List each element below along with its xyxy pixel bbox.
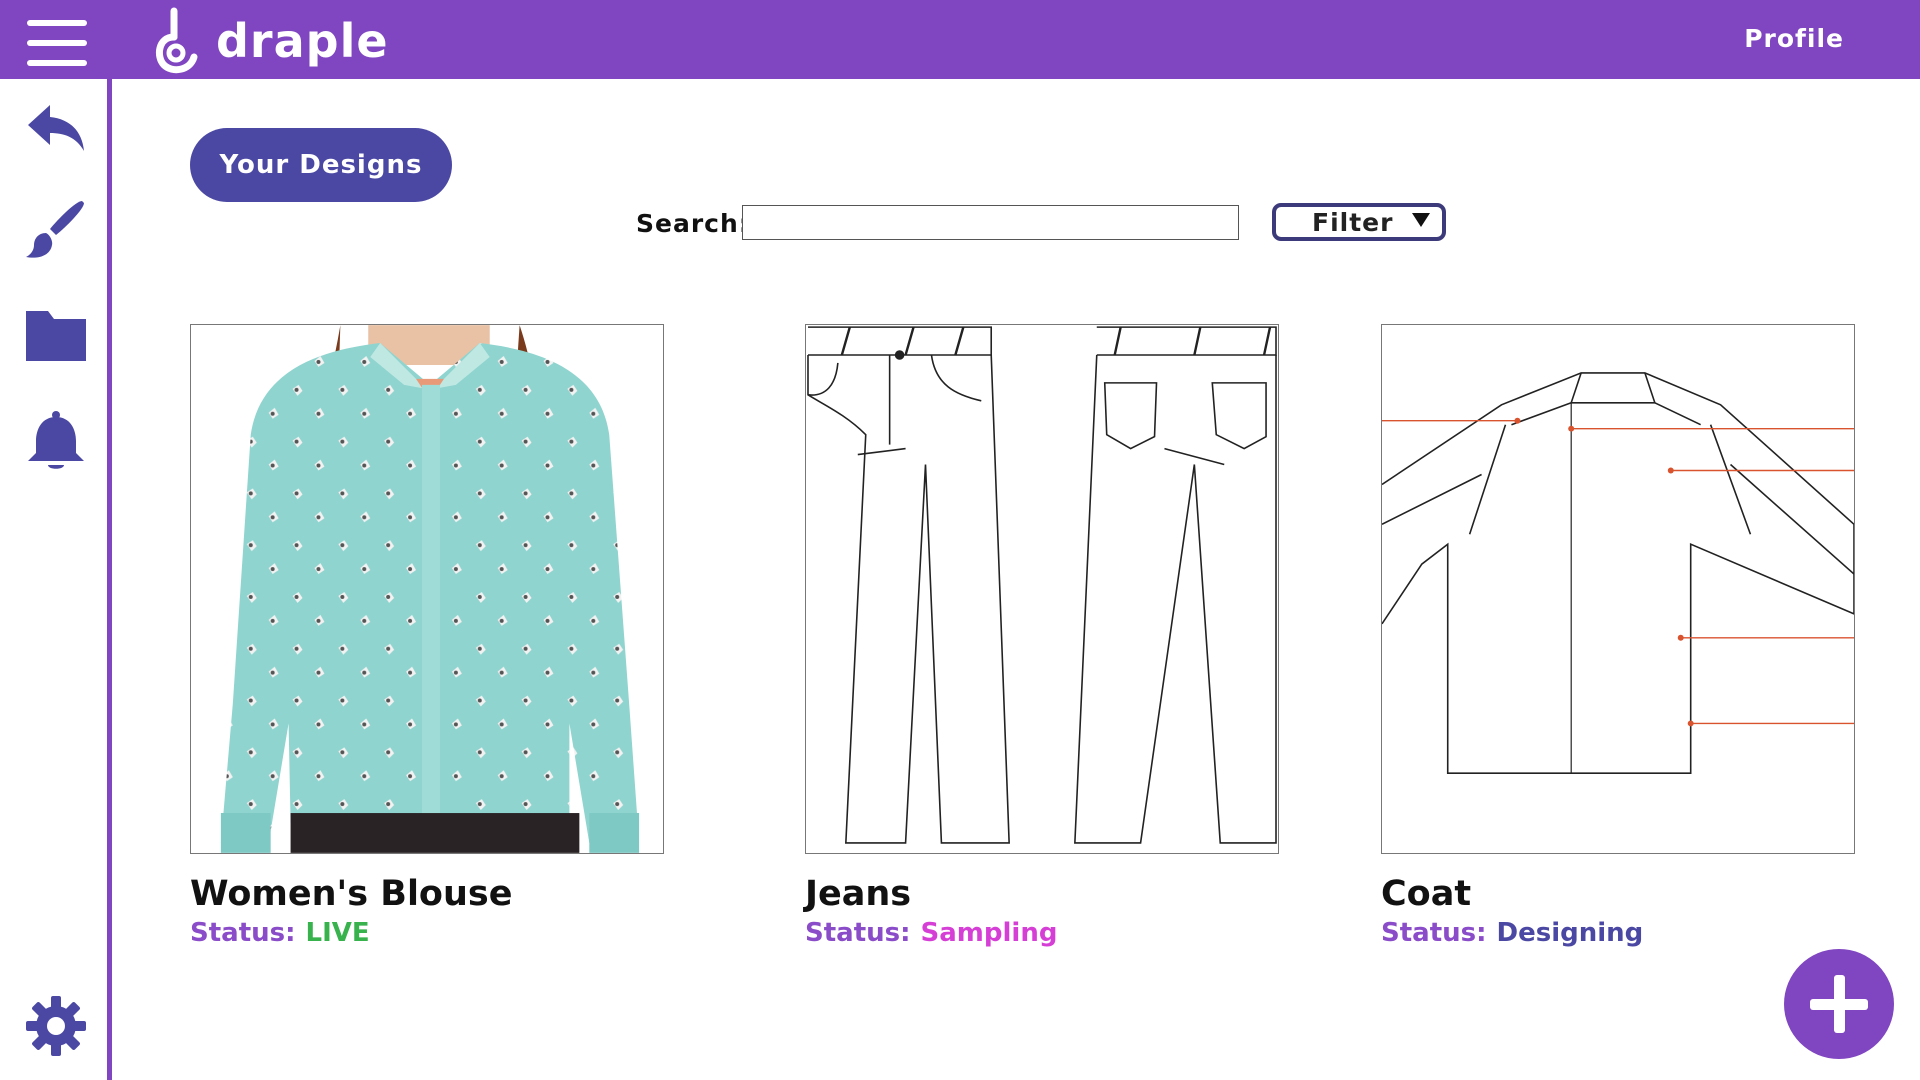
design-card[interactable]: Jeans Status: Sampling	[805, 324, 1279, 948]
design-title: Coat	[1381, 874, 1472, 914]
search-input[interactable]	[742, 205, 1239, 240]
status-label: Status:	[1381, 918, 1487, 948]
add-design-button[interactable]	[1784, 949, 1894, 1059]
status-value: Sampling	[920, 918, 1058, 948]
hamburger-menu-icon[interactable]	[27, 20, 87, 68]
logo-mark-icon	[155, 7, 198, 74]
profile-link[interactable]: Profile	[1744, 24, 1844, 53]
back-arrow-icon[interactable]	[24, 97, 88, 161]
filter-dropdown[interactable]: Filter	[1272, 203, 1446, 241]
dropdown-arrow-icon	[1412, 213, 1430, 227]
coat-flat-sketch[interactable]	[1381, 324, 1855, 854]
logo-text: draple	[216, 14, 389, 68]
status-label: Status:	[190, 918, 296, 948]
blouse-photo[interactable]	[190, 324, 664, 854]
status-label: Status:	[805, 918, 911, 948]
design-title: Jeans	[805, 874, 912, 914]
search-label: Search:	[636, 209, 750, 238]
paintbrush-icon[interactable]	[24, 197, 88, 261]
design-title: Women's Blouse	[190, 874, 513, 914]
design-status: Status: LIVE	[190, 918, 664, 948]
filter-label: Filter	[1312, 207, 1394, 237]
sidebar	[0, 79, 112, 1080]
jeans-flat-sketch[interactable]	[805, 324, 1279, 854]
status-value: Designing	[1496, 918, 1644, 948]
your-designs-button[interactable]: Your Designs	[190, 128, 452, 202]
status-value: LIVE	[305, 918, 370, 948]
gear-icon[interactable]	[24, 994, 88, 1058]
design-card[interactable]: Women's Blouse Status: LIVE	[190, 324, 664, 948]
bell-icon[interactable]	[24, 409, 88, 473]
design-card[interactable]: Coat Status: Designing	[1381, 324, 1855, 948]
app-logo[interactable]: draple	[152, 6, 389, 76]
design-status: Status: Designing	[1381, 918, 1855, 948]
design-status: Status: Sampling	[805, 918, 1279, 948]
folder-icon[interactable]	[24, 301, 88, 365]
top-bar: draple Profile	[0, 0, 1920, 79]
